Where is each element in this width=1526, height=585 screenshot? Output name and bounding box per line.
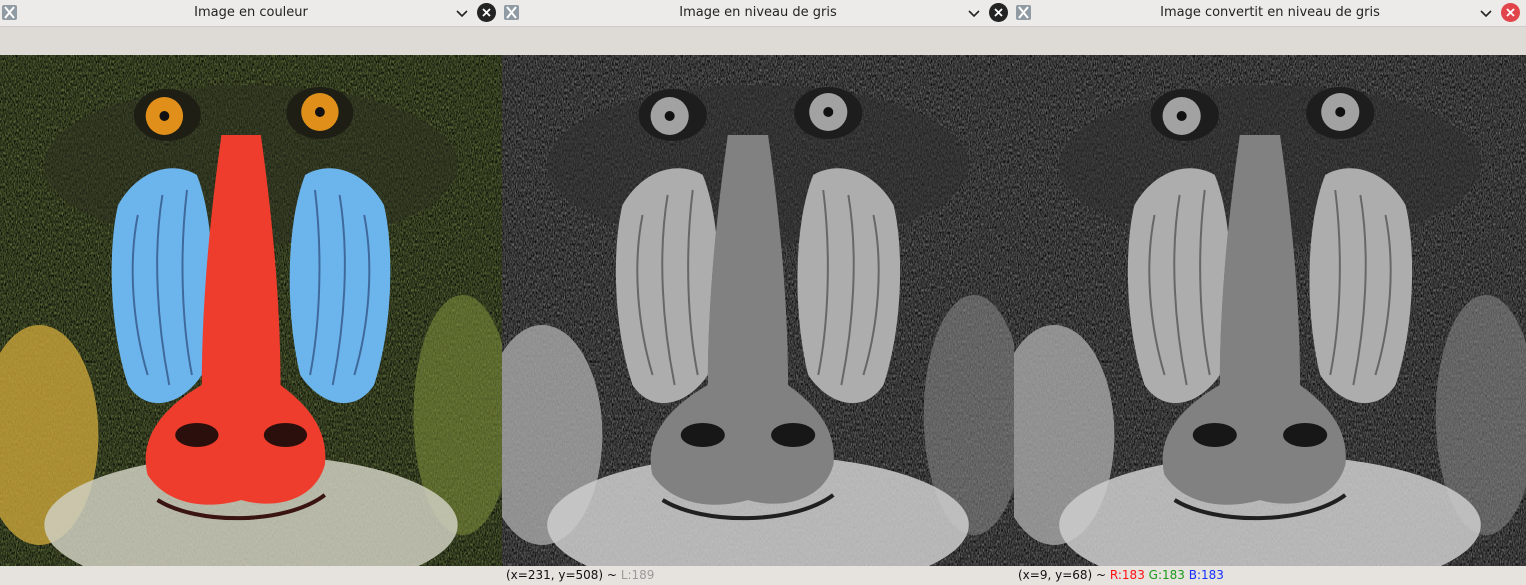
status-bar: (x=9, y=68) ~ R:183 G:183 B:183 <box>1014 566 1526 585</box>
green-channel-value: G:183 <box>1148 568 1185 582</box>
red-channel-value: R:183 <box>1109 568 1145 582</box>
toolbar-area <box>0 27 502 55</box>
close-icon[interactable] <box>477 3 496 22</box>
window-color-image: Image en couleur <box>0 0 502 585</box>
blue-channel-value: B:183 <box>1188 568 1224 582</box>
window-converted-grayscale-image: Image convertit en niveau de gris (x=9, … <box>1014 0 1526 585</box>
window-title: Image en niveau de gris <box>679 5 837 20</box>
mandrill-color-image <box>0 55 502 566</box>
close-icon[interactable] <box>1501 3 1520 22</box>
status-bar <box>0 566 502 585</box>
cursor-coordinates: (x=231, y=508) ~ <box>506 568 617 582</box>
title-bar[interactable]: Image en couleur <box>0 0 502 27</box>
window-grayscale-image: Image en niveau de gris (x=231, y=508) ~… <box>502 0 1014 585</box>
title-bar[interactable]: Image en niveau de gris <box>502 0 1014 27</box>
mandrill-grayscale-image <box>502 55 1014 566</box>
luma-value: L:189 <box>620 568 655 582</box>
image-canvas[interactable] <box>1014 55 1526 566</box>
cursor-coordinates: (x=9, y=68) ~ <box>1018 568 1107 582</box>
status-bar: (x=231, y=508) ~ L:189 <box>502 566 1014 585</box>
chevron-down-icon[interactable] <box>1478 5 1494 21</box>
mandrill-converted-grayscale-image <box>1014 55 1526 566</box>
toolbar-area <box>1014 27 1526 55</box>
image-canvas[interactable] <box>0 55 502 566</box>
image-canvas[interactable] <box>502 55 1014 566</box>
chevron-down-icon[interactable] <box>966 5 982 21</box>
toolbar-area <box>502 27 1014 55</box>
window-title: Image en couleur <box>194 5 308 20</box>
window-title: Image convertit en niveau de gris <box>1160 5 1380 20</box>
chevron-down-icon[interactable] <box>454 5 470 21</box>
close-icon[interactable] <box>989 3 1008 22</box>
title-bar[interactable]: Image convertit en niveau de gris <box>1014 0 1526 27</box>
